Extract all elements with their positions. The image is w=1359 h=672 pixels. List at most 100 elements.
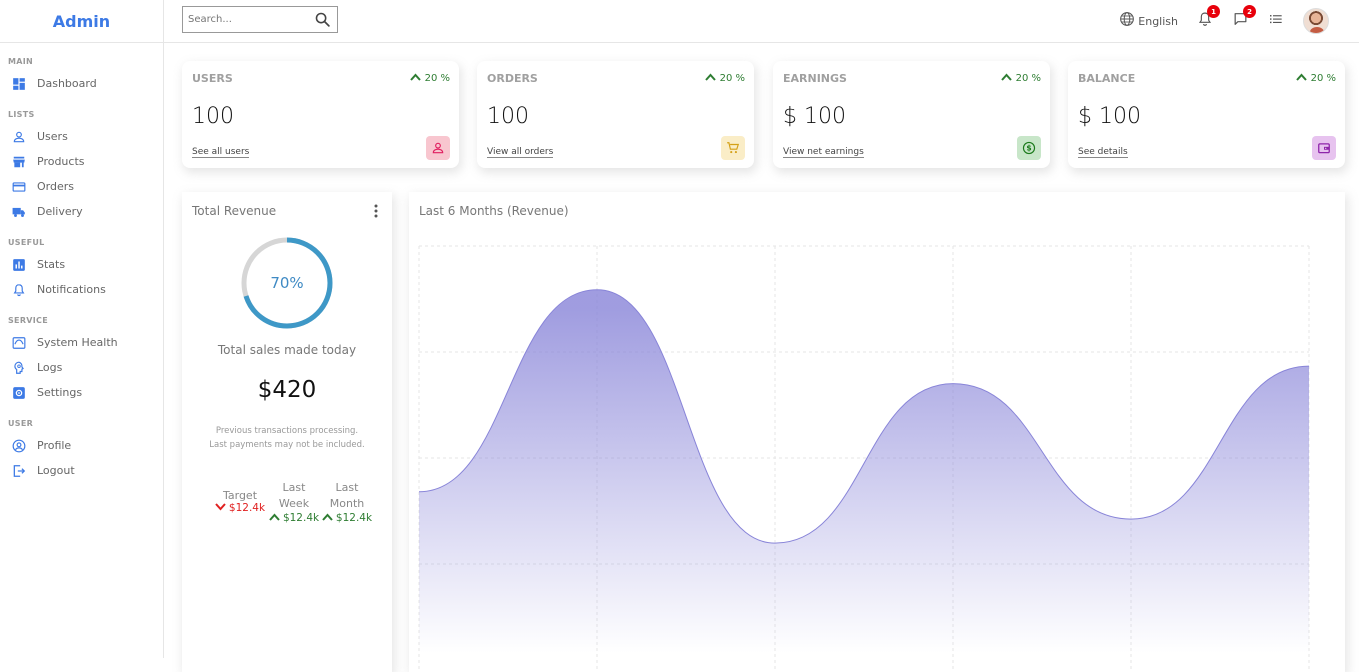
trend-down-icon — [215, 502, 229, 514]
widget-percentage: 20 % — [1295, 73, 1336, 84]
summary-item: Target $12.4k — [212, 480, 268, 524]
sidebar-section-title: USEFUL — [8, 238, 45, 247]
account-circle-icon — [12, 439, 26, 453]
sidebar-item-dashboard[interactable]: Dashboard — [8, 71, 163, 96]
widget-orders: ORDERS 20 % 100 View all orders — [477, 61, 754, 168]
widget-counter: $ 100 — [1078, 104, 1141, 129]
sidebar-section-title: MAIN — [8, 57, 34, 66]
sidebar-menu: MAIN Dashboard LISTS Users Products Order… — [0, 43, 163, 483]
widget-percentage-value: 20 % — [1310, 73, 1336, 84]
featured-amount: $420 — [257, 377, 317, 403]
area-chart — [418, 245, 1310, 672]
summary-label: Last Month — [329, 481, 365, 510]
dashboard-icon — [12, 77, 26, 91]
sidebar-section-title: SERVICE — [8, 316, 48, 325]
widget-percentage: 20 % — [409, 73, 450, 84]
sidebar-item-logs[interactable]: Logs — [8, 355, 163, 380]
summary-value: $12.4k — [212, 502, 268, 514]
sidebar-item-label: Orders — [37, 180, 74, 193]
store-icon — [12, 155, 26, 169]
svg-text:$: $ — [1026, 144, 1031, 153]
globe-icon — [1119, 11, 1135, 31]
widget-earnings: EARNINGS 20 % $ 100 View net earnings $ — [773, 61, 1050, 168]
widget-percentage: 20 % — [704, 73, 745, 84]
sidebar: Admin MAIN Dashboard LISTS Users Products… — [0, 0, 164, 658]
psychology-icon — [12, 361, 26, 375]
list-button[interactable] — [1268, 11, 1284, 31]
summary-amount: $12.4k — [335, 512, 373, 524]
messages-badge: 2 — [1243, 5, 1256, 18]
trend-up-icon — [1295, 73, 1311, 84]
trend-up-icon — [409, 73, 425, 84]
wallet-icon[interactable] — [1312, 136, 1336, 160]
sidebar-item-label: Users — [37, 130, 68, 143]
summary-amount: $12.4k — [282, 512, 320, 524]
summary-amount: $12.4k — [228, 502, 266, 514]
widget-title: ORDERS — [487, 72, 538, 85]
sidebar-item-label: Dashboard — [37, 77, 97, 90]
sidebar-item-label: Logs — [37, 361, 63, 374]
widget-link[interactable]: View net earnings — [783, 147, 864, 158]
sidebar-item-label: System Health — [37, 336, 118, 349]
sidebar-item-label: Delivery — [37, 205, 83, 218]
widget-counter: $ 100 — [783, 104, 846, 129]
language-label: English — [1138, 14, 1178, 28]
widget-counter: 100 — [192, 104, 234, 129]
credit-card-icon — [12, 180, 26, 194]
sidebar-item-stats[interactable]: Stats — [8, 252, 163, 277]
logo-area: Admin — [0, 0, 163, 43]
notifications-button[interactable]: 1 — [1197, 5, 1220, 31]
sidebar-item-logout[interactable]: Logout — [8, 458, 163, 483]
widget-title: USERS — [192, 72, 233, 85]
language-selector[interactable]: English — [1119, 11, 1178, 31]
widget-percentage-value: 20 % — [1015, 73, 1041, 84]
trend-up-icon — [322, 512, 336, 524]
summary-item: Last Month $12.4k — [320, 480, 374, 524]
avatar — [1303, 8, 1329, 34]
sidebar-item-system-health[interactable]: System Health — [8, 330, 163, 355]
featured-summary: Target $12.4k Last Week $12.4k Last Month … — [212, 480, 378, 524]
sidebar-item-settings[interactable]: Settings — [8, 380, 163, 405]
widget-title: BALANCE — [1078, 72, 1136, 85]
search-icon[interactable] — [314, 11, 331, 32]
widget-counter: 100 — [487, 104, 529, 129]
sidebar-item-notifications[interactable]: Notifications — [8, 277, 163, 302]
sidebar-item-label: Settings — [37, 386, 83, 399]
more-vert-icon[interactable] — [373, 203, 379, 222]
dollar-icon[interactable]: $ — [1017, 136, 1041, 160]
bar-chart-icon — [12, 258, 26, 272]
sidebar-item-label: Profile — [37, 439, 72, 452]
bell-icon — [12, 283, 26, 297]
summary-label: Last Week — [278, 481, 310, 510]
trend-up-icon — [704, 73, 720, 84]
summary-item: Last Week $12.4k — [269, 480, 320, 524]
widget-title: EARNINGS — [783, 72, 847, 85]
sidebar-item-users[interactable]: Users — [8, 124, 163, 149]
widget-percentage-value: 20 % — [719, 73, 745, 84]
sidebar-item-label: Logout — [37, 464, 75, 477]
sidebar-item-orders[interactable]: Orders — [8, 174, 163, 199]
widget-link[interactable]: View all orders — [487, 147, 554, 158]
search-input[interactable] — [188, 14, 306, 25]
sidebar-item-profile[interactable]: Profile — [8, 433, 163, 458]
app-logo[interactable]: Admin — [53, 12, 110, 31]
cart-icon[interactable] — [721, 136, 745, 160]
sidebar-item-products[interactable]: Products — [8, 149, 163, 174]
widget-users: USERS 20 % 100 See all users — [182, 61, 459, 168]
topbar-items: English 1 2 — [1100, 5, 1329, 36]
messages-button[interactable]: 2 — [1232, 5, 1256, 31]
summary-value: $12.4k — [269, 512, 320, 524]
progress-text: 70% — [270, 274, 304, 292]
widget-link[interactable]: See details — [1078, 147, 1128, 158]
person-icon[interactable] — [426, 136, 450, 160]
search-box — [182, 6, 338, 33]
widget-link[interactable]: See all users — [192, 147, 250, 158]
settings-icon — [12, 386, 26, 400]
user-avatar-button[interactable] — [1303, 8, 1329, 34]
sidebar-section-title: USER — [8, 419, 34, 428]
trend-up-icon — [269, 512, 283, 524]
summary-value: $12.4k — [320, 512, 374, 524]
sidebar-item-delivery[interactable]: Delivery — [8, 199, 163, 224]
trend-up-icon — [1000, 73, 1016, 84]
sidebar-item-label: Stats — [37, 258, 66, 271]
